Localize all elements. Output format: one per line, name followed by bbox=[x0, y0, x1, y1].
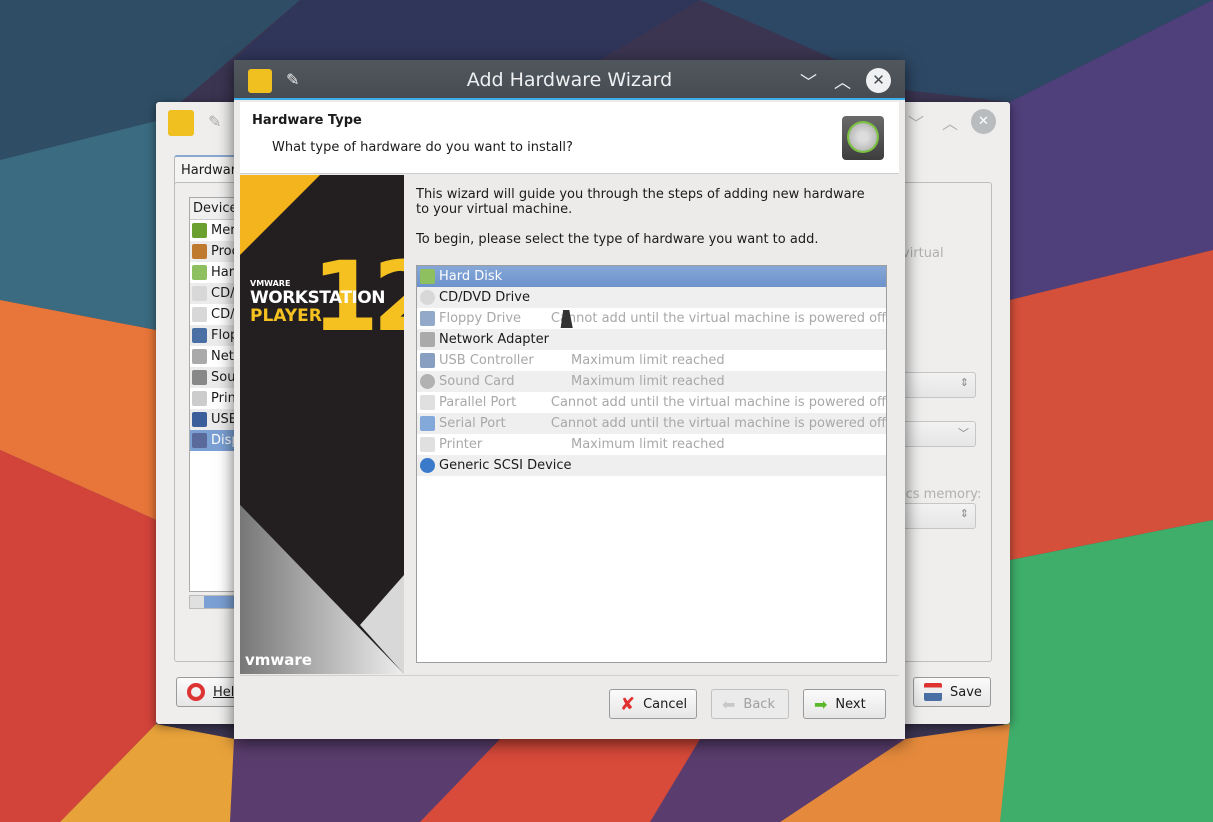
hardware-type-item[interactable]: USB Controller Maximum limit reached bbox=[417, 350, 886, 371]
cancel-button[interactable]: ✘ Cancel bbox=[609, 689, 697, 719]
hardware-type-name: USB Controller bbox=[439, 353, 534, 368]
tab-hardware[interactable]: Hardware bbox=[174, 155, 244, 185]
hardware-type-item[interactable]: CD/DVD Drive bbox=[417, 287, 886, 308]
page-subtitle: What type of hardware do you want to ins… bbox=[272, 140, 573, 155]
sound-icon bbox=[420, 374, 435, 389]
vmware-logo: vmware bbox=[245, 651, 312, 669]
hardware-type-item[interactable]: Serial Port Cannot add until the virtual … bbox=[417, 413, 886, 434]
hardware-type-name: Printer bbox=[439, 437, 483, 452]
parallel-port-icon bbox=[420, 395, 435, 410]
hardware-type-note: Maximum limit reached bbox=[571, 437, 725, 452]
floppy-icon bbox=[924, 683, 942, 701]
save-button[interactable]: Save bbox=[913, 677, 991, 707]
floppy-icon bbox=[420, 311, 435, 326]
cancel-x-icon: ✘ bbox=[620, 693, 636, 715]
description-text: virtual bbox=[902, 246, 944, 261]
hard-disk-icon bbox=[192, 265, 207, 280]
close-button[interactable]: ✕ bbox=[971, 109, 996, 134]
minimize-button[interactable]: ﹀ bbox=[800, 68, 817, 93]
product-edition: PLAYER bbox=[250, 306, 322, 326]
cd-icon bbox=[192, 286, 207, 301]
memory-icon bbox=[192, 223, 207, 238]
hardware-type-note: Maximum limit reached bbox=[571, 353, 725, 368]
hardware-type-item[interactable]: Generic SCSI Device bbox=[417, 455, 886, 476]
arrow-left-icon: ⬅ bbox=[722, 694, 736, 714]
hardware-type-list[interactable]: Hard Disk CD/DVD Drive Floppy Drive Cannot … bbox=[416, 265, 887, 663]
display-icon bbox=[192, 433, 207, 448]
divider bbox=[240, 675, 899, 676]
hardware-type-name: Parallel Port bbox=[439, 395, 517, 410]
vmware-app-icon bbox=[168, 110, 194, 136]
hardware-type-name: CD/DVD Drive bbox=[439, 290, 530, 305]
hardware-type-note: Maximum limit reached bbox=[571, 374, 725, 389]
hardware-type-item[interactable]: Hard Disk bbox=[417, 266, 886, 287]
dropdown-select[interactable]: ﹀ bbox=[896, 421, 976, 447]
minimize-button[interactable]: ﹀ bbox=[908, 110, 924, 134]
usb-icon bbox=[192, 412, 207, 427]
hardware-type-name: Generic SCSI Device bbox=[439, 458, 572, 473]
mouse-cursor bbox=[560, 310, 576, 328]
pin-icon[interactable]: ✎ bbox=[286, 70, 299, 89]
network-icon bbox=[420, 332, 435, 347]
hardware-type-name: Hard Disk bbox=[439, 269, 503, 284]
printer-icon bbox=[192, 391, 207, 406]
network-icon bbox=[192, 349, 207, 364]
add-hardware-wizard: Add Hardware Wizard ✎ ﹀ ︿ ✕ Hardware Typ… bbox=[234, 60, 905, 739]
graphics-memory-spin[interactable]: ⇕ bbox=[896, 503, 976, 529]
wizard-header: Hardware Type What type of hardware do y… bbox=[240, 102, 899, 174]
hardware-type-item[interactable]: Sound Card Maximum limit reached bbox=[417, 371, 886, 392]
vmware-app-icon bbox=[248, 69, 272, 93]
hardware-type-item[interactable]: Parallel Port Cannot add until the virtua… bbox=[417, 392, 886, 413]
hardware-type-note: Cannot add until the virtual machine is … bbox=[550, 311, 886, 326]
hardware-type-note: Cannot add until the virtual machine is … bbox=[550, 416, 886, 431]
graphics-memory-label: ics memory: bbox=[902, 487, 982, 502]
maximize-button[interactable]: ︿ bbox=[942, 110, 958, 134]
hardware-type-name: Floppy Drive bbox=[439, 311, 522, 326]
brand-label: VMWARE bbox=[250, 279, 291, 288]
hard-disk-icon bbox=[420, 269, 435, 284]
hard-disk-icon bbox=[842, 116, 884, 160]
vmware-banner: 12 VMWARE WORKSTATION PLAYER vmware bbox=[240, 175, 404, 674]
back-button[interactable]: ⬅ Back bbox=[711, 689, 789, 719]
printer-icon bbox=[420, 437, 435, 452]
floppy-icon bbox=[192, 328, 207, 343]
hardware-type-item[interactable]: Floppy Drive Cannot add until the virtual… bbox=[417, 308, 886, 329]
maximize-button[interactable]: ︿ bbox=[834, 68, 851, 93]
intro-text: This wizard will guide you through the s… bbox=[416, 187, 865, 217]
hardware-type-name: Sound Card bbox=[439, 374, 515, 389]
spin-box[interactable]: ⇕ bbox=[896, 372, 976, 398]
cd-icon bbox=[420, 290, 435, 305]
instruction-text: To begin, please select the type of hard… bbox=[416, 232, 819, 247]
hardware-type-name: Network Adapter bbox=[439, 332, 549, 347]
arrow-right-icon: ➡ bbox=[814, 694, 828, 714]
usb-icon bbox=[420, 353, 435, 368]
hardware-type-name: Serial Port bbox=[439, 416, 506, 431]
scsi-icon bbox=[420, 458, 435, 473]
hardware-type-item[interactable]: Network Adapter bbox=[417, 329, 886, 350]
close-button[interactable]: ✕ bbox=[866, 68, 891, 93]
window-title: Add Hardware Wizard bbox=[466, 69, 673, 91]
page-title: Hardware Type bbox=[252, 113, 362, 128]
lifebuoy-icon bbox=[187, 683, 205, 701]
processor-icon bbox=[192, 244, 207, 259]
pin-icon[interactable]: ✎ bbox=[208, 112, 221, 131]
hardware-type-item[interactable]: Printer Maximum limit reached bbox=[417, 434, 886, 455]
sound-icon bbox=[192, 370, 207, 385]
cd-icon bbox=[192, 307, 207, 322]
hardware-type-note: Cannot add until the virtual machine is … bbox=[550, 395, 886, 410]
product-name: WORKSTATION bbox=[250, 288, 385, 308]
serial-port-icon bbox=[420, 416, 435, 431]
next-button[interactable]: ➡ Next bbox=[803, 689, 886, 719]
